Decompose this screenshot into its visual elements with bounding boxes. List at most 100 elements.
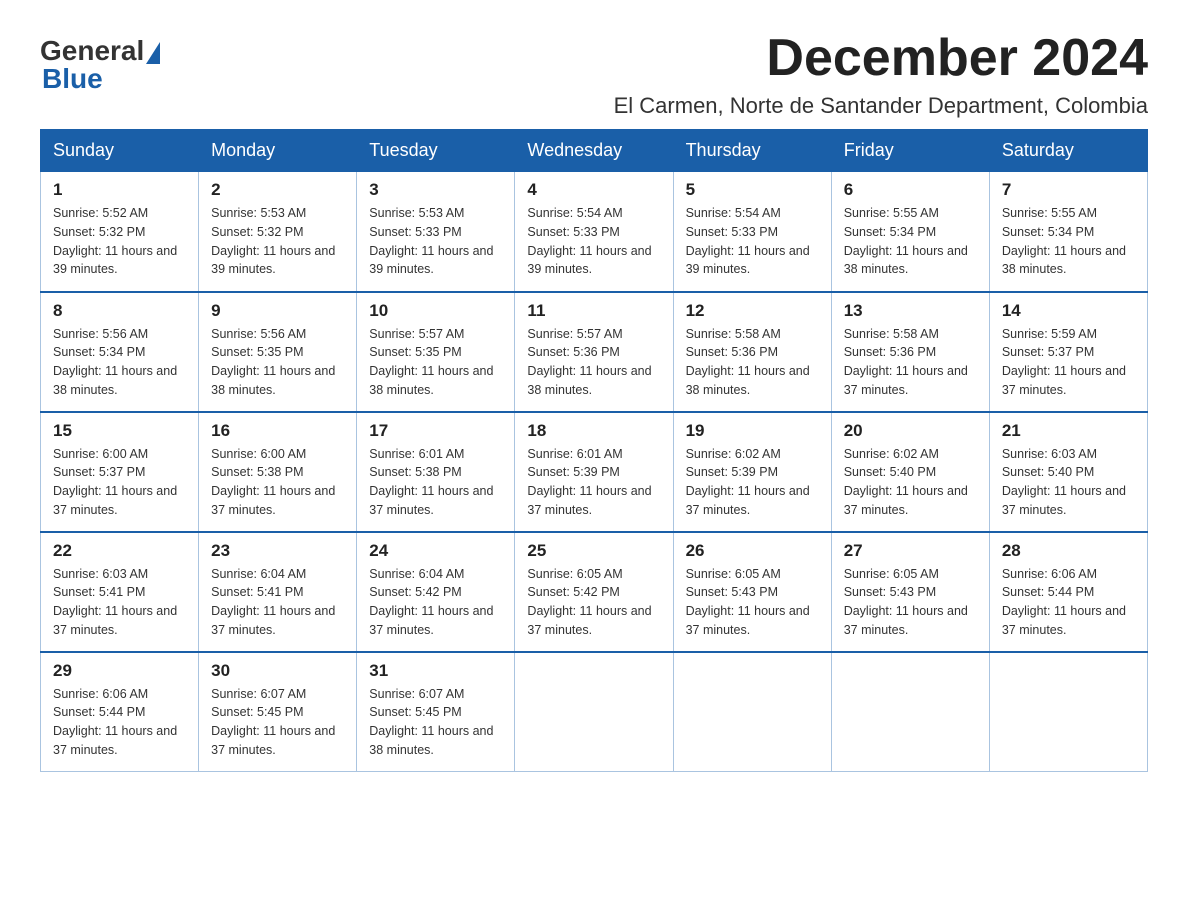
calendar-cell: 13 Sunrise: 5:58 AMSunset: 5:36 PMDayligh… (831, 292, 989, 412)
calendar-cell: 21Sunrise: 6:03 AMSunset: 5:40 PMDayligh… (989, 412, 1147, 532)
logo-triangle-icon (146, 42, 160, 64)
day-number: 11 (527, 301, 660, 321)
calendar-cell: 15 Sunrise: 6:00 AMSunset: 5:37 PMDayligh… (41, 412, 199, 532)
day-number: 14 (1002, 301, 1135, 321)
day-number: 13 (844, 301, 977, 321)
day-number: 18 (527, 421, 660, 441)
calendar-cell: 6 Sunrise: 5:55 AMSunset: 5:34 PMDaylight… (831, 172, 989, 292)
weekday-header-tuesday: Tuesday (357, 130, 515, 172)
day-number: 9 (211, 301, 344, 321)
calendar-week-row: 1Sunrise: 5:52 AMSunset: 5:32 PMDaylight… (41, 172, 1148, 292)
logo-blue-text: Blue (42, 63, 103, 95)
calendar-cell: 2 Sunrise: 5:53 AMSunset: 5:32 PMDaylight… (199, 172, 357, 292)
day-info: Sunrise: 6:05 AMSunset: 5:43 PMDaylight:… (844, 565, 977, 640)
day-info: Sunrise: 6:03 AMSunset: 5:41 PMDaylight:… (53, 565, 186, 640)
day-number: 25 (527, 541, 660, 561)
day-info: Sunrise: 6:04 AMSunset: 5:42 PMDaylight:… (369, 565, 502, 640)
calendar-week-row: 15 Sunrise: 6:00 AMSunset: 5:37 PMDayligh… (41, 412, 1148, 532)
day-info: Sunrise: 6:00 AMSunset: 5:37 PMDaylight:… (53, 445, 186, 520)
calendar-cell: 14 Sunrise: 5:59 AMSunset: 5:37 PMDayligh… (989, 292, 1147, 412)
day-number: 10 (369, 301, 502, 321)
header: General Blue December 2024 El Carmen, No… (40, 30, 1148, 119)
calendar-cell (831, 652, 989, 772)
calendar-cell: 28Sunrise: 6:06 AMSunset: 5:44 PMDayligh… (989, 532, 1147, 652)
calendar-cell: 1Sunrise: 5:52 AMSunset: 5:32 PMDaylight… (41, 172, 199, 292)
day-number: 8 (53, 301, 186, 321)
day-info: Sunrise: 5:56 AMSunset: 5:34 PMDaylight:… (53, 325, 186, 400)
calendar-cell: 16Sunrise: 6:00 AMSunset: 5:38 PMDayligh… (199, 412, 357, 532)
day-number: 22 (53, 541, 186, 561)
calendar-cell: 30 Sunrise: 6:07 AMSunset: 5:45 PMDayligh… (199, 652, 357, 772)
calendar-cell: 24 Sunrise: 6:04 AMSunset: 5:42 PMDayligh… (357, 532, 515, 652)
calendar-cell: 8 Sunrise: 5:56 AMSunset: 5:34 PMDaylight… (41, 292, 199, 412)
day-info: Sunrise: 5:56 AMSunset: 5:35 PMDaylight:… (211, 325, 344, 400)
day-number: 6 (844, 180, 977, 200)
day-number: 27 (844, 541, 977, 561)
day-info: Sunrise: 5:59 AMSunset: 5:37 PMDaylight:… (1002, 325, 1135, 400)
calendar-cell (673, 652, 831, 772)
day-info: Sunrise: 6:00 AMSunset: 5:38 PMDaylight:… (211, 445, 344, 520)
day-info: Sunrise: 5:55 AMSunset: 5:34 PMDaylight:… (1002, 204, 1135, 279)
day-info: Sunrise: 6:02 AMSunset: 5:39 PMDaylight:… (686, 445, 819, 520)
day-info: Sunrise: 5:54 AMSunset: 5:33 PMDaylight:… (686, 204, 819, 279)
weekday-header-row: SundayMondayTuesdayWednesdayThursdayFrid… (41, 130, 1148, 172)
day-number: 28 (1002, 541, 1135, 561)
calendar-cell: 27 Sunrise: 6:05 AMSunset: 5:43 PMDayligh… (831, 532, 989, 652)
calendar-cell: 26 Sunrise: 6:05 AMSunset: 5:43 PMDayligh… (673, 532, 831, 652)
day-info: Sunrise: 5:57 AMSunset: 5:35 PMDaylight:… (369, 325, 502, 400)
day-number: 26 (686, 541, 819, 561)
day-info: Sunrise: 5:54 AMSunset: 5:33 PMDaylight:… (527, 204, 660, 279)
calendar-cell: 10 Sunrise: 5:57 AMSunset: 5:35 PMDayligh… (357, 292, 515, 412)
day-number: 17 (369, 421, 502, 441)
day-number: 12 (686, 301, 819, 321)
calendar-cell: 20 Sunrise: 6:02 AMSunset: 5:40 PMDayligh… (831, 412, 989, 532)
day-number: 2 (211, 180, 344, 200)
day-info: Sunrise: 6:02 AMSunset: 5:40 PMDaylight:… (844, 445, 977, 520)
calendar-cell: 11 Sunrise: 5:57 AMSunset: 5:36 PMDayligh… (515, 292, 673, 412)
day-info: Sunrise: 5:55 AMSunset: 5:34 PMDaylight:… (844, 204, 977, 279)
day-number: 19 (686, 421, 819, 441)
day-info: Sunrise: 6:07 AMSunset: 5:45 PMDaylight:… (211, 685, 344, 760)
weekday-header-wednesday: Wednesday (515, 130, 673, 172)
weekday-header-monday: Monday (199, 130, 357, 172)
day-number: 24 (369, 541, 502, 561)
calendar-cell: 22 Sunrise: 6:03 AMSunset: 5:41 PMDayligh… (41, 532, 199, 652)
calendar-cell: 29 Sunrise: 6:06 AMSunset: 5:44 PMDayligh… (41, 652, 199, 772)
calendar-cell: 9 Sunrise: 5:56 AMSunset: 5:35 PMDaylight… (199, 292, 357, 412)
day-number: 3 (369, 180, 502, 200)
weekday-header-thursday: Thursday (673, 130, 831, 172)
calendar-cell: 25Sunrise: 6:05 AMSunset: 5:42 PMDayligh… (515, 532, 673, 652)
day-number: 20 (844, 421, 977, 441)
calendar-week-row: 22 Sunrise: 6:03 AMSunset: 5:41 PMDayligh… (41, 532, 1148, 652)
calendar-cell (989, 652, 1147, 772)
day-number: 29 (53, 661, 186, 681)
day-number: 1 (53, 180, 186, 200)
day-info: Sunrise: 6:03 AMSunset: 5:40 PMDaylight:… (1002, 445, 1135, 520)
calendar-table: SundayMondayTuesdayWednesdayThursdayFrid… (40, 129, 1148, 772)
calendar-cell (515, 652, 673, 772)
location-title: El Carmen, Norte de Santander Department… (614, 93, 1148, 119)
day-info: Sunrise: 6:06 AMSunset: 5:44 PMDaylight:… (53, 685, 186, 760)
weekday-header-saturday: Saturday (989, 130, 1147, 172)
day-number: 15 (53, 421, 186, 441)
calendar-cell: 19 Sunrise: 6:02 AMSunset: 5:39 PMDayligh… (673, 412, 831, 532)
day-info: Sunrise: 5:58 AMSunset: 5:36 PMDaylight:… (844, 325, 977, 400)
day-info: Sunrise: 5:57 AMSunset: 5:36 PMDaylight:… (527, 325, 660, 400)
calendar-cell: 17 Sunrise: 6:01 AMSunset: 5:38 PMDayligh… (357, 412, 515, 532)
day-info: Sunrise: 6:04 AMSunset: 5:41 PMDaylight:… (211, 565, 344, 640)
calendar-cell: 5Sunrise: 5:54 AMSunset: 5:33 PMDaylight… (673, 172, 831, 292)
day-info: Sunrise: 6:05 AMSunset: 5:43 PMDaylight:… (686, 565, 819, 640)
calendar-cell: 4Sunrise: 5:54 AMSunset: 5:33 PMDaylight… (515, 172, 673, 292)
day-info: Sunrise: 6:01 AMSunset: 5:39 PMDaylight:… (527, 445, 660, 520)
day-info: Sunrise: 5:53 AMSunset: 5:32 PMDaylight:… (211, 204, 344, 279)
calendar-cell: 3Sunrise: 5:53 AMSunset: 5:33 PMDaylight… (357, 172, 515, 292)
day-number: 31 (369, 661, 502, 681)
calendar-cell: 18 Sunrise: 6:01 AMSunset: 5:39 PMDayligh… (515, 412, 673, 532)
weekday-header-friday: Friday (831, 130, 989, 172)
day-number: 7 (1002, 180, 1135, 200)
day-info: Sunrise: 6:01 AMSunset: 5:38 PMDaylight:… (369, 445, 502, 520)
day-number: 23 (211, 541, 344, 561)
month-title: December 2024 (614, 30, 1148, 87)
calendar-cell: 31Sunrise: 6:07 AMSunset: 5:45 PMDayligh… (357, 652, 515, 772)
day-number: 30 (211, 661, 344, 681)
